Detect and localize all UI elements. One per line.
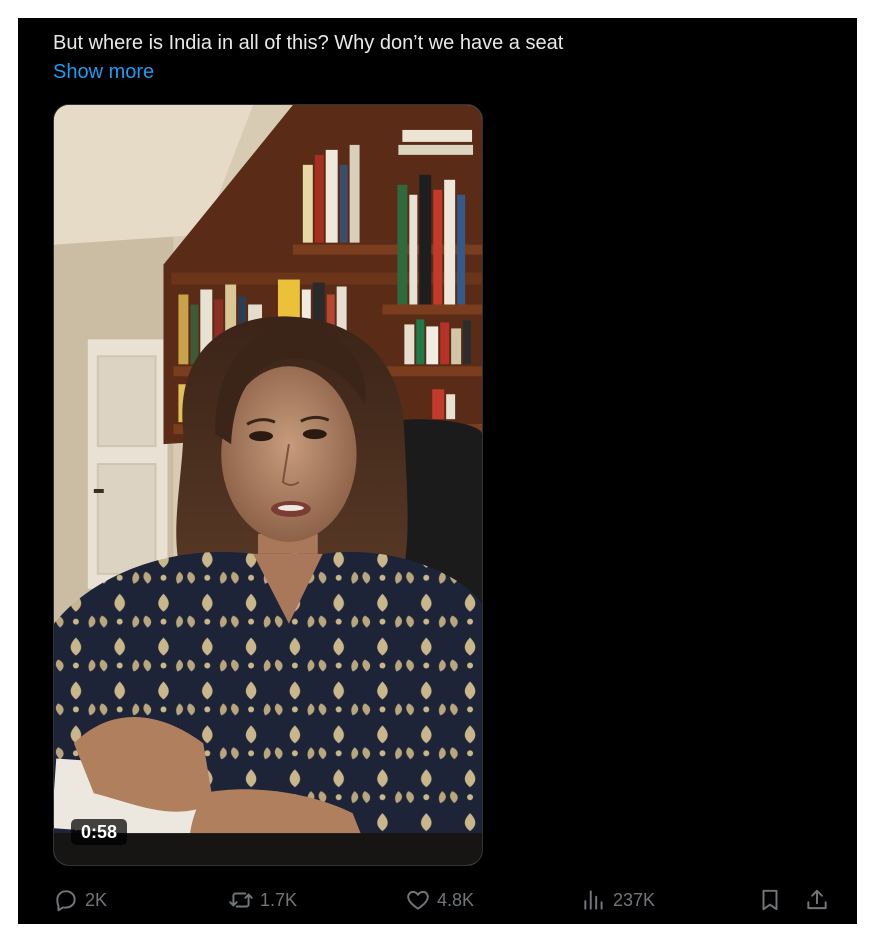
tweet-text: But where is India in all of this? Why d…: [53, 32, 564, 54]
repost-button[interactable]: 1.7K: [228, 884, 297, 916]
views-count: 237K: [613, 889, 656, 910]
views-button[interactable]: 237K: [581, 884, 655, 916]
bookmark-button[interactable]: [757, 884, 783, 916]
share-button[interactable]: [804, 884, 830, 916]
reply-icon: [56, 890, 76, 912]
action-bar: 2K 1.7K 4.8K 237K: [18, 884, 857, 916]
like-button[interactable]: 4.8K: [405, 884, 474, 916]
video-frame: [54, 105, 482, 865]
share-icon: [807, 889, 827, 910]
like-count: 4.8K: [437, 889, 475, 910]
reply-button[interactable]: 2K: [53, 884, 107, 916]
repost-count: 1.7K: [260, 889, 298, 910]
reply-count: 2K: [85, 889, 108, 910]
repost-icon: [229, 892, 253, 908]
views-icon: [584, 890, 603, 910]
tweet-card: But where is India in all of this? Why d…: [18, 18, 857, 924]
show-more-link[interactable]: Show more: [53, 59, 154, 85]
bookmark-icon: [762, 889, 778, 911]
heart-icon: [407, 890, 429, 910]
video-player[interactable]: 0:58: [53, 104, 483, 866]
video-duration: 0:58: [71, 819, 128, 845]
